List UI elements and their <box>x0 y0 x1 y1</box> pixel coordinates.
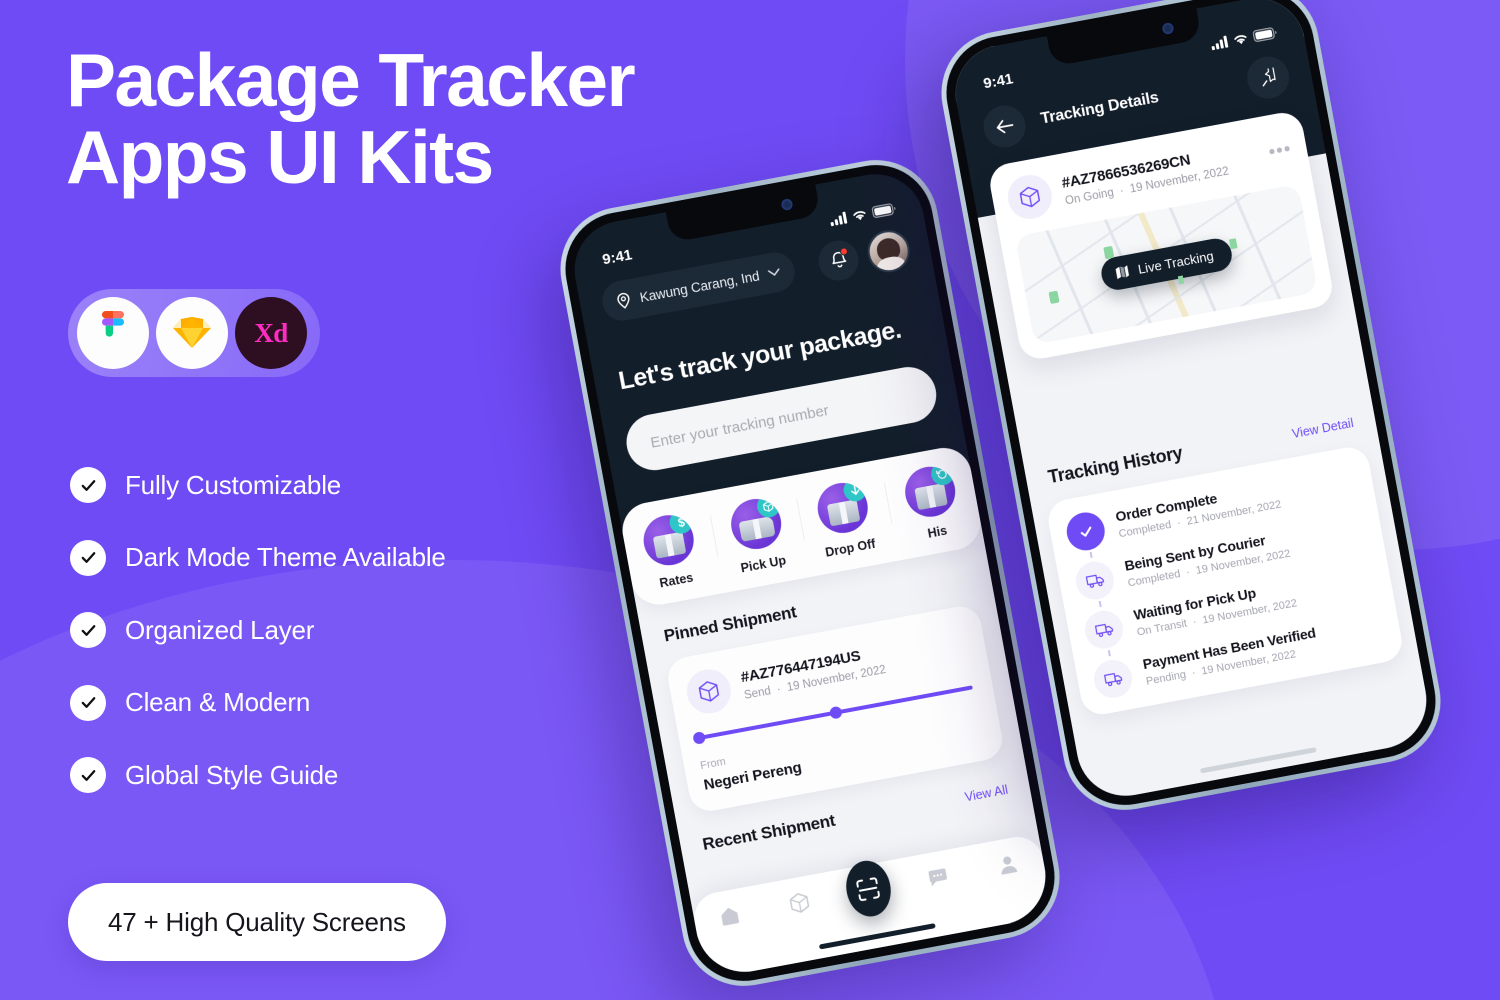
quick-action-label: Drop Off <box>824 536 877 560</box>
feature-label: Dark Mode Theme Available <box>125 542 446 572</box>
back-button[interactable] <box>980 101 1030 151</box>
chevron-down-icon <box>768 268 780 276</box>
design-tool-badges: Xd <box>68 289 320 377</box>
screens-count-label: 47 + High Quality Screens <box>108 906 406 937</box>
history-icon <box>900 462 960 521</box>
progress-dot-start <box>692 730 707 745</box>
dropoff-icon <box>813 478 873 538</box>
check-icon <box>70 757 106 793</box>
notifications-button[interactable] <box>815 237 862 284</box>
shipment-text: #AZ776447194US Send · 19 November, 2022 <box>739 643 886 702</box>
quick-action-label: His <box>926 523 949 541</box>
adobe-xd-badge[interactable]: Xd <box>235 297 307 369</box>
list-item: Global Style Guide <box>70 753 446 797</box>
quick-action-rates[interactable]: $ Rates <box>621 508 721 596</box>
feature-label: Global Style Guide <box>125 759 339 790</box>
scan-button[interactable] <box>841 857 896 921</box>
progress-dot-mid <box>828 705 843 720</box>
list-item: Dark Mode Theme Available <box>70 536 446 580</box>
home-icon <box>721 907 739 926</box>
quick-action-label: Pick Up <box>739 553 788 576</box>
list-item: Clean & Modern <box>70 681 446 725</box>
package-shape <box>914 483 948 511</box>
timeline-status: Pending <box>1145 668 1187 688</box>
home-indicator <box>1199 747 1317 774</box>
truck-icon <box>1081 607 1127 652</box>
section-title: Recent Shipment <box>700 810 837 854</box>
nav-profile[interactable] <box>984 849 1031 880</box>
pickup-icon <box>726 494 786 554</box>
quick-action-pickup[interactable]: Pick Up <box>708 491 808 579</box>
feature-label: Organized Layer <box>125 614 315 645</box>
truck-icon <box>1090 656 1136 702</box>
arrow-left-icon <box>996 120 1013 134</box>
more-options-button[interactable]: ••• <box>1267 138 1293 163</box>
feature-label: Clean & Modern <box>125 687 311 717</box>
list-item: Organized Layer <box>70 608 446 652</box>
quick-action-label: Rates <box>658 570 695 591</box>
truck-shape <box>738 516 776 542</box>
page-title: Tracking Details <box>1039 89 1160 128</box>
live-tracking-badge[interactable]: Live Tracking <box>1098 236 1235 293</box>
view-detail-link[interactable]: View Detail <box>1291 416 1355 441</box>
bottom-navigation <box>690 832 1054 980</box>
quick-action-history[interactable]: His <box>882 459 982 547</box>
check-icon <box>70 612 106 648</box>
shipment-status: Send <box>743 684 772 702</box>
check-icon <box>70 539 106 576</box>
nav-scan[interactable] <box>841 857 896 921</box>
box-icon <box>754 494 782 520</box>
package-shape <box>653 531 687 559</box>
check-icon <box>70 467 106 503</box>
quick-action-dropoff[interactable]: Drop Off <box>795 475 895 563</box>
nav-chat[interactable] <box>915 862 962 893</box>
list-item: Fully Customizable <box>70 463 446 507</box>
headline-line-1: Package Tracker <box>66 38 636 122</box>
history-arrow-icon <box>928 462 956 488</box>
promo-copy: Package Tracker Apps UI Kits <box>66 42 706 195</box>
package-shape <box>827 499 861 527</box>
nav-home[interactable] <box>706 901 753 932</box>
tracking-timeline: Order Complete Completed · 21 November, … <box>1044 443 1406 718</box>
check-icon <box>1063 509 1108 554</box>
view-all-link[interactable]: View All <box>964 783 1009 805</box>
package-icon <box>683 665 735 718</box>
figma-icon <box>102 311 124 337</box>
map-icon <box>1115 265 1129 280</box>
package-text: #AZ7866536269CN On Going · 19 November, … <box>1060 144 1229 207</box>
screens-count-badge: 47 + High Quality Screens <box>68 883 446 961</box>
feature-list: Fully Customizable Dark Mode Theme Avail… <box>70 463 446 826</box>
package-icon <box>789 893 809 913</box>
scan-icon <box>856 876 881 901</box>
headline-line-2: Apps UI Kits <box>66 114 494 199</box>
page-title: Package Tracker Apps UI Kits <box>66 42 706 195</box>
live-tracking-label: Live Tracking <box>1136 248 1215 277</box>
pin-icon <box>1262 66 1276 87</box>
dollar-icon: $ <box>667 511 695 536</box>
feature-label: Fully Customizable <box>125 469 342 500</box>
nav-package[interactable] <box>775 888 822 919</box>
truck-icon <box>1072 558 1117 603</box>
down-arrow-icon <box>841 478 869 504</box>
profile-icon <box>1001 856 1018 875</box>
promo-banner: Package Tracker Apps UI Kits Xd Fully Cu… <box>0 0 1500 1000</box>
package-icon <box>1004 171 1056 223</box>
map-pin-icon <box>617 292 630 309</box>
xd-label: Xd <box>254 317 288 348</box>
check-icon <box>70 684 106 721</box>
pin-button[interactable] <box>1243 53 1293 103</box>
chat-icon <box>928 868 948 887</box>
home-content-sheet: $ Rates Pick Up Drop Off His Pinned Ship… <box>617 443 1054 980</box>
figma-badge[interactable] <box>77 297 149 369</box>
sketch-icon <box>173 317 211 348</box>
tracking-input-placeholder: Enter your tracking number <box>649 401 831 452</box>
rates-icon: $ <box>639 511 699 570</box>
shipment-summary: #AZ776447194US Send · 19 November, 2022 <box>683 622 972 718</box>
sketch-badge[interactable] <box>156 297 228 369</box>
